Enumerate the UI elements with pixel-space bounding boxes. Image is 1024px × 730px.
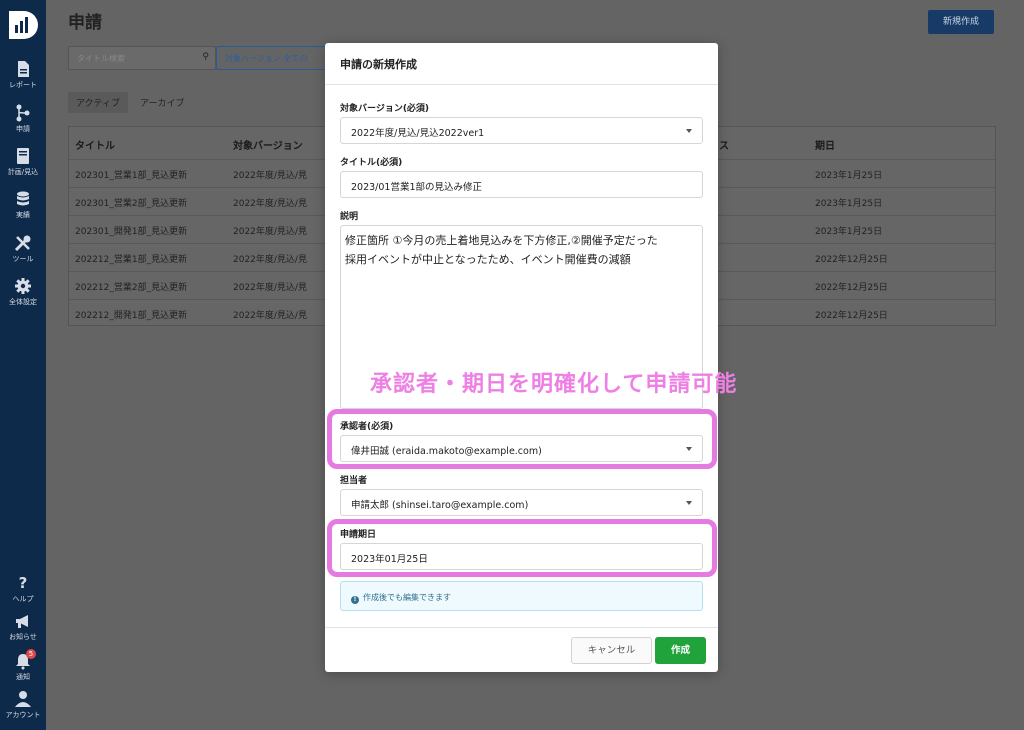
book-icon [17, 148, 29, 164]
modal-footer-divider [325, 627, 718, 628]
version-select[interactable]: 2022年度/見込/見込2022ver1 [340, 117, 703, 144]
tools-icon [14, 235, 31, 252]
chevron-down-icon [686, 501, 692, 505]
sidebar-item-label: 計画/見込 [7, 168, 39, 176]
flow-icon [16, 104, 30, 122]
sidebar-item-account[interactable]: アカウント [0, 690, 46, 720]
version-value: 2022年度/見込/見込2022ver1 [351, 128, 485, 139]
column-header-due: 期日 [815, 141, 835, 152]
version-filter-button[interactable]: 対象バージョン 全ての [216, 46, 328, 70]
description-line: 修正箇所 ①今月の売上着地見込みを下方修正,②開催予定だった [345, 234, 658, 247]
sidebar-item-notifications[interactable]: 5 通知 [0, 649, 46, 682]
sidebar-item-help[interactable]: ? ヘルプ [0, 574, 46, 604]
notification-badge: 5 [26, 649, 36, 659]
approver-highlight-frame [327, 409, 717, 469]
sidebar-item-label: 実績 [16, 211, 30, 219]
page-title: 申請 [68, 13, 102, 33]
cancel-button[interactable]: キャンセル [571, 637, 652, 664]
column-header-version: 対象バージョン [233, 141, 303, 152]
sidebar-item-label: 申請 [16, 125, 30, 133]
info-alert: ! 作成後でも編集できます [340, 581, 703, 611]
row-title: 202301_開発1部_見込更新 [75, 227, 188, 237]
sidebar-item-settings[interactable]: 全体設定 [0, 277, 46, 307]
sidebar-item-news[interactable]: お知らせ [0, 612, 46, 642]
row-title: 202212_営業2部_見込更新 [75, 283, 188, 293]
due-date-highlight-frame [327, 519, 717, 577]
sidebar-item-label: ヘルプ [12, 595, 34, 603]
row-due: 2022年12月25日 [815, 255, 888, 265]
row-version: 2022年度/見込/見 [233, 311, 307, 321]
row-due: 2022年12月25日 [815, 283, 888, 293]
row-title: 202212_営業1部_見込更新 [75, 255, 188, 265]
title-value: 2023/01営業1部の見込み修正 [351, 182, 483, 193]
sidebar-item-label: 全体設定 [9, 298, 37, 306]
megaphone-icon [16, 615, 28, 628]
modal-title: 申請の新規作成 [340, 58, 417, 71]
search-placeholder: タイトル検索 [77, 54, 125, 63]
version-label: 対象バージョン(必須) [340, 104, 430, 114]
row-title: 202301_営業1部_見込更新 [75, 171, 188, 181]
tab-archive[interactable]: アーカイブ [132, 92, 192, 113]
row-version: 2022年度/見込/見 [233, 255, 307, 265]
sidebar-item-actual[interactable]: 実績 [0, 190, 46, 220]
info-text: 作成後でも編集できます [363, 593, 451, 602]
sidebar-item-label: 通知 [16, 673, 30, 681]
sidebar: レポート 申請 計画/見込 実績 ツール 全体設定 ? ヘルプ お知らせ 5 通… [0, 0, 46, 730]
row-due: 2023年1月25日 [815, 227, 883, 237]
search-icon: ⚲ [202, 52, 209, 62]
database-icon [17, 191, 29, 206]
row-version: 2022年度/見込/見 [233, 227, 307, 237]
sidebar-item-label: レポート [9, 81, 37, 89]
create-button[interactable]: 作成 [655, 637, 706, 664]
sidebar-item-plan[interactable]: 計画/見込 [0, 147, 46, 177]
tab-active[interactable]: アクティブ [68, 92, 129, 113]
row-version: 2022年度/見込/見 [233, 171, 307, 181]
info-icon: ! [351, 596, 359, 604]
row-title: 202212_開発1部_見込更新 [75, 311, 188, 321]
row-due: 2023年1月25日 [815, 199, 883, 209]
sidebar-item-label: アカウント [5, 711, 41, 719]
assignee-value: 申請太郎 (shinsei.taro@example.com) [351, 500, 529, 511]
gear-icon [15, 278, 31, 294]
row-due: 2023年1月25日 [815, 171, 883, 181]
file-icon [18, 61, 29, 77]
row-title: 202301_営業2部_見込更新 [75, 199, 188, 209]
description-label: 説明 [340, 212, 359, 222]
row-version: 2022年度/見込/見 [233, 199, 307, 209]
row-version: 2022年度/見込/見 [233, 283, 307, 293]
new-request-button[interactable]: 新規作成 [928, 10, 994, 34]
app-logo-icon[interactable] [6, 8, 40, 42]
chevron-down-icon [686, 129, 692, 133]
help-icon: ? [18, 574, 28, 592]
assignee-label: 担当者 [340, 476, 368, 486]
search-input[interactable]: タイトル検索 ⚲ [68, 46, 216, 70]
title-label: タイトル(必須) [340, 158, 403, 168]
annotation-callout: 承認者・期日を明確化して申請可能 [370, 372, 738, 397]
description-line: 採用イベントが中止となったため、イベント開催費の減額 [345, 253, 631, 266]
sidebar-item-request[interactable]: 申請 [0, 104, 46, 134]
user-icon [15, 691, 31, 707]
title-input[interactable]: 2023/01営業1部の見込み修正 [340, 171, 703, 198]
sidebar-item-label: ツール [12, 255, 34, 263]
new-request-modal: 申請の新規作成 対象バージョン(必須) 2022年度/見込/見込2022ver1… [325, 43, 718, 672]
assignee-select[interactable]: 申請太郎 (shinsei.taro@example.com) [340, 489, 703, 516]
modal-header: 申請の新規作成 [325, 43, 718, 85]
column-header-title: タイトル [75, 141, 115, 152]
column-header-status: ス [719, 141, 729, 152]
sidebar-item-tools[interactable]: ツール [0, 234, 46, 264]
sidebar-item-report[interactable]: レポート [0, 60, 46, 90]
row-due: 2022年12月25日 [815, 311, 888, 321]
sidebar-item-label: お知らせ [9, 633, 37, 641]
